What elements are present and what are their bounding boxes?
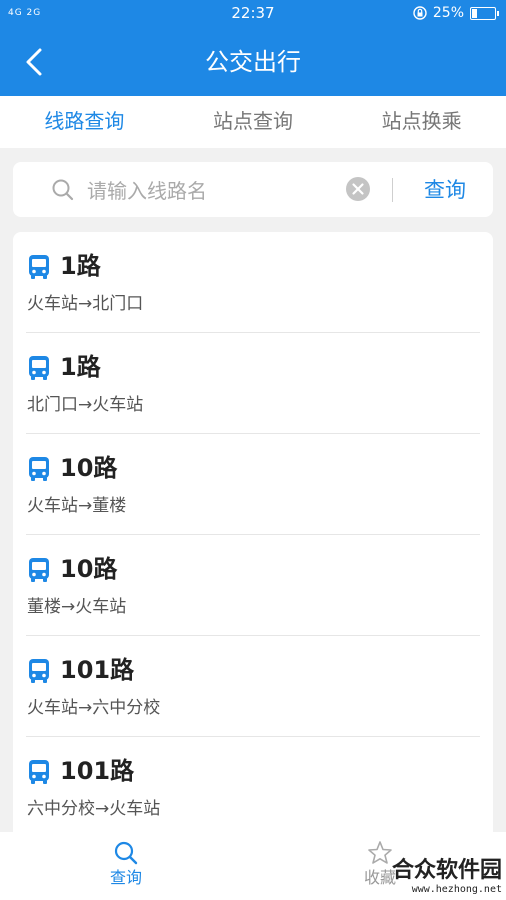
nav-favorites[interactable]: 收藏 (320, 840, 440, 890)
bus-icon (29, 255, 49, 279)
clear-icon[interactable] (345, 176, 371, 202)
star-icon (368, 841, 392, 864)
route-direction: 董楼→火车站 (27, 597, 127, 617)
nav-query[interactable]: 查询 (66, 840, 186, 890)
tab-transfer[interactable]: 站点换乘 (337, 96, 506, 148)
route-search-input[interactable] (85, 172, 349, 210)
status-right: 25% (413, 0, 499, 26)
lock-rotation-icon (413, 6, 427, 20)
bus-icon (29, 356, 49, 380)
query-button[interactable]: 查询 (405, 172, 485, 208)
battery-icon (470, 6, 499, 20)
route-name: 10路 (60, 555, 118, 583)
route-item[interactable]: 101路 火车站→六中分校 (26, 636, 480, 737)
bus-icon (29, 659, 49, 683)
battery-fill (472, 8, 477, 18)
status-bar: 4G 2G 22:37 25% (0, 0, 506, 26)
route-direction: 火车站→六中分校 (27, 698, 161, 718)
route-list: 1路 火车站→北门口 1路 北门口→火车站 10路 火车站→董楼 10路 董楼→ (13, 232, 493, 832)
route-name: 101路 (60, 656, 135, 684)
bus-icon (29, 558, 49, 582)
search-icon (52, 179, 74, 201)
search-bar: 查询 (13, 162, 493, 217)
route-item[interactable]: 1路 火车站→北门口 (26, 232, 480, 333)
route-name: 1路 (60, 353, 101, 381)
bottom-nav: 查询 收藏 (0, 832, 506, 900)
nav-query-label: 查询 (109, 868, 142, 887)
tab-stop-query[interactable]: 站点查询 (169, 96, 338, 148)
route-name: 10路 (60, 454, 118, 482)
route-name: 1路 (60, 252, 101, 280)
route-direction: 火车站→董楼 (27, 496, 127, 516)
search-divider (392, 178, 393, 202)
route-direction: 北门口→火车站 (27, 395, 144, 415)
bus-icon (29, 760, 49, 784)
tab-route-query[interactable]: 线路查询 (0, 96, 169, 148)
bus-icon (29, 457, 49, 481)
page-title: 公交出行 (205, 48, 301, 76)
route-name: 101路 (60, 757, 135, 785)
route-item[interactable]: 1路 北门口→火车站 (26, 333, 480, 434)
route-item[interactable]: 101路 六中分校→火车站 (26, 737, 480, 832)
search-icon (114, 841, 138, 865)
route-direction: 火车站→北门口 (27, 294, 144, 314)
app-header: 4G 2G 22:37 25% 公交出行 (0, 0, 506, 96)
route-direction: 六中分校→火车站 (27, 799, 161, 819)
route-item[interactable]: 10路 董楼→火车站 (26, 535, 480, 636)
tab-bar: 线路查询 站点查询 站点换乘 (0, 96, 506, 148)
nav-favorites-label: 收藏 (363, 868, 396, 887)
battery-percent: 25% (432, 5, 464, 21)
route-item[interactable]: 10路 火车站→董楼 (26, 434, 480, 535)
